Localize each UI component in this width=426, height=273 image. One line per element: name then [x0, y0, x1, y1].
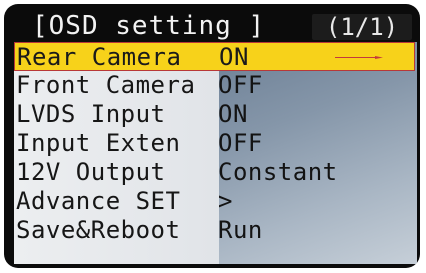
menu-item-value: Run	[218, 216, 263, 244]
menu-item-advance-set[interactable]: Advance SET >	[14, 187, 417, 216]
osd-frame: [OSD setting ] (1/1) Rear Camera ON Fron…	[0, 0, 426, 273]
menu-item-label: Rear Camera	[17, 43, 182, 71]
menu-item-value: >	[218, 187, 233, 215]
menu-item-value: OFF	[218, 129, 263, 157]
page-indicator: (1/1)	[312, 14, 412, 40]
right-arrow-icon	[335, 56, 383, 59]
menu-item-rear-camera[interactable]: Rear Camera ON	[14, 42, 415, 71]
menu-item-value: ON	[219, 43, 249, 71]
menu-item-value: OFF	[218, 71, 263, 99]
osd-screen: [OSD setting ] (1/1) Rear Camera ON Fron…	[4, 4, 420, 268]
menu-item-input-exten[interactable]: Input Exten OFF	[14, 129, 417, 158]
osd-title: [OSD setting ]	[32, 11, 266, 41]
menu-item-12v-output[interactable]: 12V Output Constant	[14, 158, 417, 187]
menu-item-value: ON	[218, 100, 248, 128]
menu-item-save-reboot[interactable]: Save&Reboot Run	[14, 216, 417, 245]
menu-item-label: Advance SET	[16, 187, 181, 215]
osd-menu-list: Rear Camera ON Front Camera OFF LVDS Inp…	[14, 42, 417, 245]
menu-item-label: Input Exten	[16, 129, 181, 157]
menu-item-label: Save&Reboot	[16, 216, 181, 244]
menu-item-value: Constant	[218, 158, 338, 186]
menu-item-label: Front Camera	[16, 71, 196, 99]
menu-item-label: 12V Output	[16, 158, 166, 186]
menu-item-front-camera[interactable]: Front Camera OFF	[14, 71, 417, 100]
menu-item-lvds-input[interactable]: LVDS Input ON	[14, 100, 417, 129]
menu-item-label: LVDS Input	[16, 100, 166, 128]
osd-header: [OSD setting ] (1/1)	[14, 10, 417, 42]
